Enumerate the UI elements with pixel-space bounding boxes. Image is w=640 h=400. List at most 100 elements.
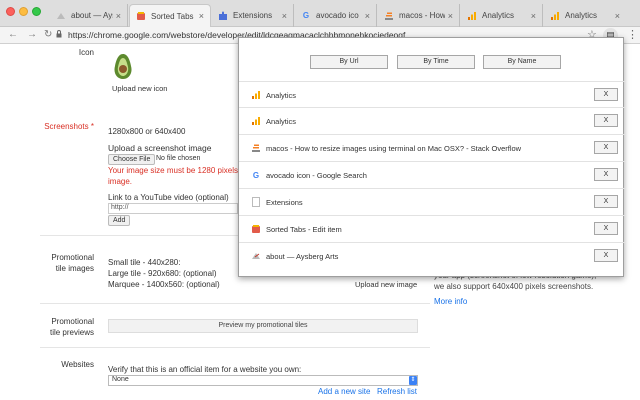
tab-title: Sorted Tabs: [151, 11, 194, 21]
small-tile-text: Small tile - 440x280:: [108, 258, 181, 267]
close-tab-button[interactable]: X: [594, 141, 618, 154]
tab-analytics-2[interactable]: Analytics ×: [544, 4, 626, 27]
tab-stackoverflow[interactable]: macos - How ×: [378, 4, 460, 27]
popup-tab-row[interactable]: Analytics X: [239, 81, 625, 108]
forward-arrow-icon[interactable]: →: [27, 29, 37, 40]
popup-tab-row[interactable]: Extensions X: [239, 189, 625, 216]
popup-tab-title: Analytics: [266, 91, 297, 100]
popup-tab-title: about — Aysberg Arts: [266, 252, 339, 261]
analytics-icon: [251, 90, 261, 100]
large-tile-text: Large tile - 920x680: (optional): [108, 269, 217, 278]
google-icon: G: [252, 171, 260, 180]
sorted-tabs-popup: By Url By Time By Name Analytics X Analy…: [238, 37, 625, 277]
tab-title: avocado ico: [316, 11, 359, 20]
website-select[interactable]: None ⇕: [108, 375, 418, 386]
tab-title: Extensions: [233, 11, 273, 20]
error-message: Your image size must be 1280 pixels: [108, 166, 238, 175]
promo-preview-label: Promotional tile previews: [50, 316, 94, 338]
more-info-link[interactable]: More info: [434, 296, 467, 307]
promo-label-line1: Promotional: [51, 253, 94, 262]
sorted-tabs-icon: [251, 224, 261, 234]
select-value: None: [112, 376, 129, 383]
no-file-text: No file chosen: [156, 155, 201, 162]
menu-dots-icon[interactable]: ⋮: [627, 28, 638, 41]
aysberg-icon: [251, 251, 261, 261]
close-icon[interactable]: ×: [282, 11, 287, 21]
sort-by-url-button[interactable]: By Url: [310, 55, 388, 69]
tab-about[interactable]: about — Ays ×: [50, 4, 128, 27]
icon-label: Icon: [78, 48, 94, 57]
stackoverflow-icon: [384, 11, 394, 21]
lock-icon: [56, 30, 62, 38]
tab-sorted-tabs[interactable]: Sorted Tabs ×: [129, 4, 211, 27]
close-icon[interactable]: ×: [365, 11, 370, 21]
help-text-2: we also support 640x400 pixels screensho…: [434, 282, 594, 291]
sort-by-time-button[interactable]: By Time: [397, 55, 475, 69]
popup-tab-row[interactable]: macos - How to resize images using termi…: [239, 135, 625, 162]
youtube-url-input[interactable]: http://: [108, 203, 238, 214]
analytics-icon: [467, 11, 477, 21]
sorted-tabs-icon: [136, 11, 146, 21]
upload-icon-link[interactable]: Upload new icon: [112, 84, 167, 93]
screenshot-size-text: 1280x800 or 640x400: [108, 127, 186, 136]
close-icon[interactable]: ×: [116, 11, 121, 21]
choose-file-button[interactable]: Choose File: [108, 154, 156, 165]
close-tab-button[interactable]: X: [594, 222, 618, 235]
reload-icon[interactable]: ↻: [44, 29, 52, 40]
popup-tab-title: Sorted Tabs - Edit item: [266, 225, 342, 234]
tab-title: Analytics: [565, 11, 598, 20]
tab-title: Analytics: [482, 11, 515, 20]
promo-label-line2: tile images: [55, 264, 94, 273]
blank-page-icon: [251, 197, 261, 207]
refresh-list-link[interactable]: Refresh list: [377, 387, 417, 396]
sort-button-row: By Url By Time By Name: [239, 55, 623, 69]
close-icon[interactable]: ×: [531, 11, 536, 21]
divider: [40, 303, 430, 304]
close-tab-button[interactable]: X: [594, 249, 618, 262]
upload-image-link[interactable]: Upload new image: [355, 280, 417, 289]
websites-label: Websites: [61, 360, 94, 369]
sort-by-name-button[interactable]: By Name: [483, 55, 561, 69]
chevron-down-icon: ⇕: [409, 376, 417, 385]
add-video-button[interactable]: Add: [108, 215, 131, 226]
tab-avocado-search[interactable]: G avocado ico ×: [295, 4, 377, 27]
preview-tiles-button[interactable]: Preview my promotional tiles: [108, 319, 418, 333]
close-tab-button[interactable]: X: [594, 168, 618, 181]
minimize-window-button[interactable]: [19, 7, 28, 16]
youtube-label: Link to a YouTube video (optional): [108, 193, 229, 202]
zoom-window-button[interactable]: [32, 7, 41, 16]
screenshots-label: Screenshots *: [44, 122, 94, 131]
popup-tab-row[interactable]: Sorted Tabs - Edit item X: [239, 216, 625, 243]
google-icon: G: [302, 11, 310, 20]
aysberg-icon: [56, 11, 66, 21]
popup-tab-title: macos - How to resize images using termi…: [266, 144, 522, 153]
upload-screenshot-label: Upload a screenshot image: [108, 143, 212, 153]
close-tab-button[interactable]: X: [594, 88, 618, 101]
puzzle-icon: [218, 11, 228, 21]
avocado-icon: [114, 54, 132, 79]
close-icon[interactable]: ×: [448, 11, 453, 21]
marquee-text: Marquee - 1400x560: (optional): [108, 280, 220, 289]
close-icon[interactable]: ×: [199, 11, 204, 21]
promo-tiles-label: Promotional tile images: [51, 252, 94, 274]
add-site-link[interactable]: Add a new site: [318, 387, 370, 396]
stackoverflow-icon: [251, 143, 261, 153]
back-arrow-icon[interactable]: ←: [8, 29, 18, 40]
popup-tab-title: Analytics: [266, 117, 297, 126]
popup-tab-row[interactable]: Analytics X: [239, 108, 625, 135]
analytics-icon: [251, 116, 261, 126]
preview-label-line1: Promotional: [51, 317, 94, 326]
popup-tab-row[interactable]: about — Aysberg Arts X: [239, 243, 625, 270]
divider: [40, 347, 430, 348]
popup-tab-row[interactable]: G avocado icon - Google Search X: [239, 162, 625, 189]
analytics-icon: [550, 11, 560, 21]
close-icon[interactable]: ×: [615, 11, 620, 21]
tab-analytics-1[interactable]: Analytics ×: [461, 4, 543, 27]
tab-strip: about — Ays × Sorted Tabs × Extensions ×…: [0, 0, 640, 27]
preview-label-line2: tile previews: [49, 328, 94, 337]
tab-extensions[interactable]: Extensions ×: [212, 4, 294, 27]
close-tab-button[interactable]: X: [594, 114, 618, 127]
popup-tab-title: avocado icon - Google Search: [266, 171, 367, 180]
close-window-button[interactable]: [6, 7, 15, 16]
close-tab-button[interactable]: X: [594, 195, 618, 208]
